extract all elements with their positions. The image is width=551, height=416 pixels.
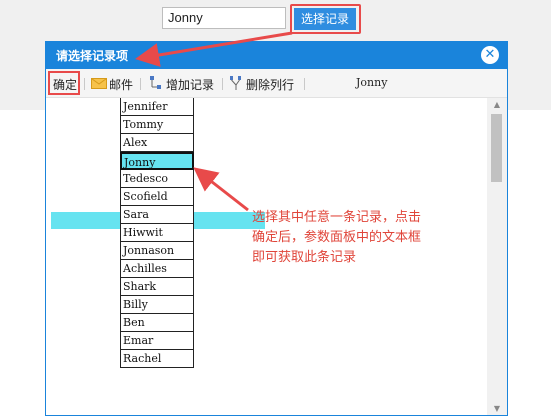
record-item[interactable]: Jennifer [121,98,193,116]
record-item[interactable]: Alex [121,134,193,152]
scroll-down-icon[interactable]: ▼ [487,402,507,415]
delete-column-icon[interactable] [229,75,243,94]
mail-icon[interactable] [91,78,107,92]
record-item[interactable]: Billy [121,296,193,314]
dialog-toolbar: 确定 邮件 增加记录 删除列行 Jonny [46,69,507,98]
toolbar-separator [304,78,305,90]
record-item[interactable]: Tedesco [121,170,193,188]
delete-column-button[interactable]: 删除列行 [246,76,294,93]
record-item[interactable]: Achilles [121,260,193,278]
record-item[interactable]: Emar [121,332,193,350]
add-record-icon[interactable] [149,75,163,94]
record-item[interactable]: Scofield [121,188,193,206]
mail-button[interactable]: 邮件 [109,76,133,93]
record-list: Jennifer Tommy Alex Jonny Tedesco Scofield Sar… [120,98,194,368]
toolbar-separator [140,78,141,90]
record-item[interactable]: Jonnason [121,242,193,260]
record-item[interactable]: Jonny [120,152,194,170]
name-input[interactable]: Jonny [162,7,286,29]
annotation-text: 选择其中任意一条记录，点击确定后，参数面板中的文本框即可获取此条记录 [252,210,422,265]
record-item[interactable]: Hiwwit [121,224,193,242]
record-item[interactable]: Tommy [121,116,193,134]
record-item[interactable]: Rachel [121,350,193,368]
add-record-button[interactable]: 增加记录 [166,76,214,93]
scroll-up-icon[interactable]: ▲ [487,98,507,112]
dialog-title: 请选择记录项 [56,49,129,63]
record-item[interactable]: Sara [121,206,193,224]
toolbar-separator [222,78,223,90]
record-item[interactable]: Ben [121,314,193,332]
close-icon[interactable]: ✕ [481,46,499,64]
record-item[interactable]: Shark [121,278,193,296]
scroll-thumb[interactable] [491,114,502,182]
confirm-button[interactable]: 确定 [53,76,77,93]
toolbar-separator [84,78,85,90]
dialog-header: 请选择记录项 ✕ [46,42,507,69]
highlight-box-select-button [290,4,361,34]
current-value-display: Jonny [356,76,388,89]
vertical-scrollbar[interactable]: ▲ ▼ [487,98,507,415]
